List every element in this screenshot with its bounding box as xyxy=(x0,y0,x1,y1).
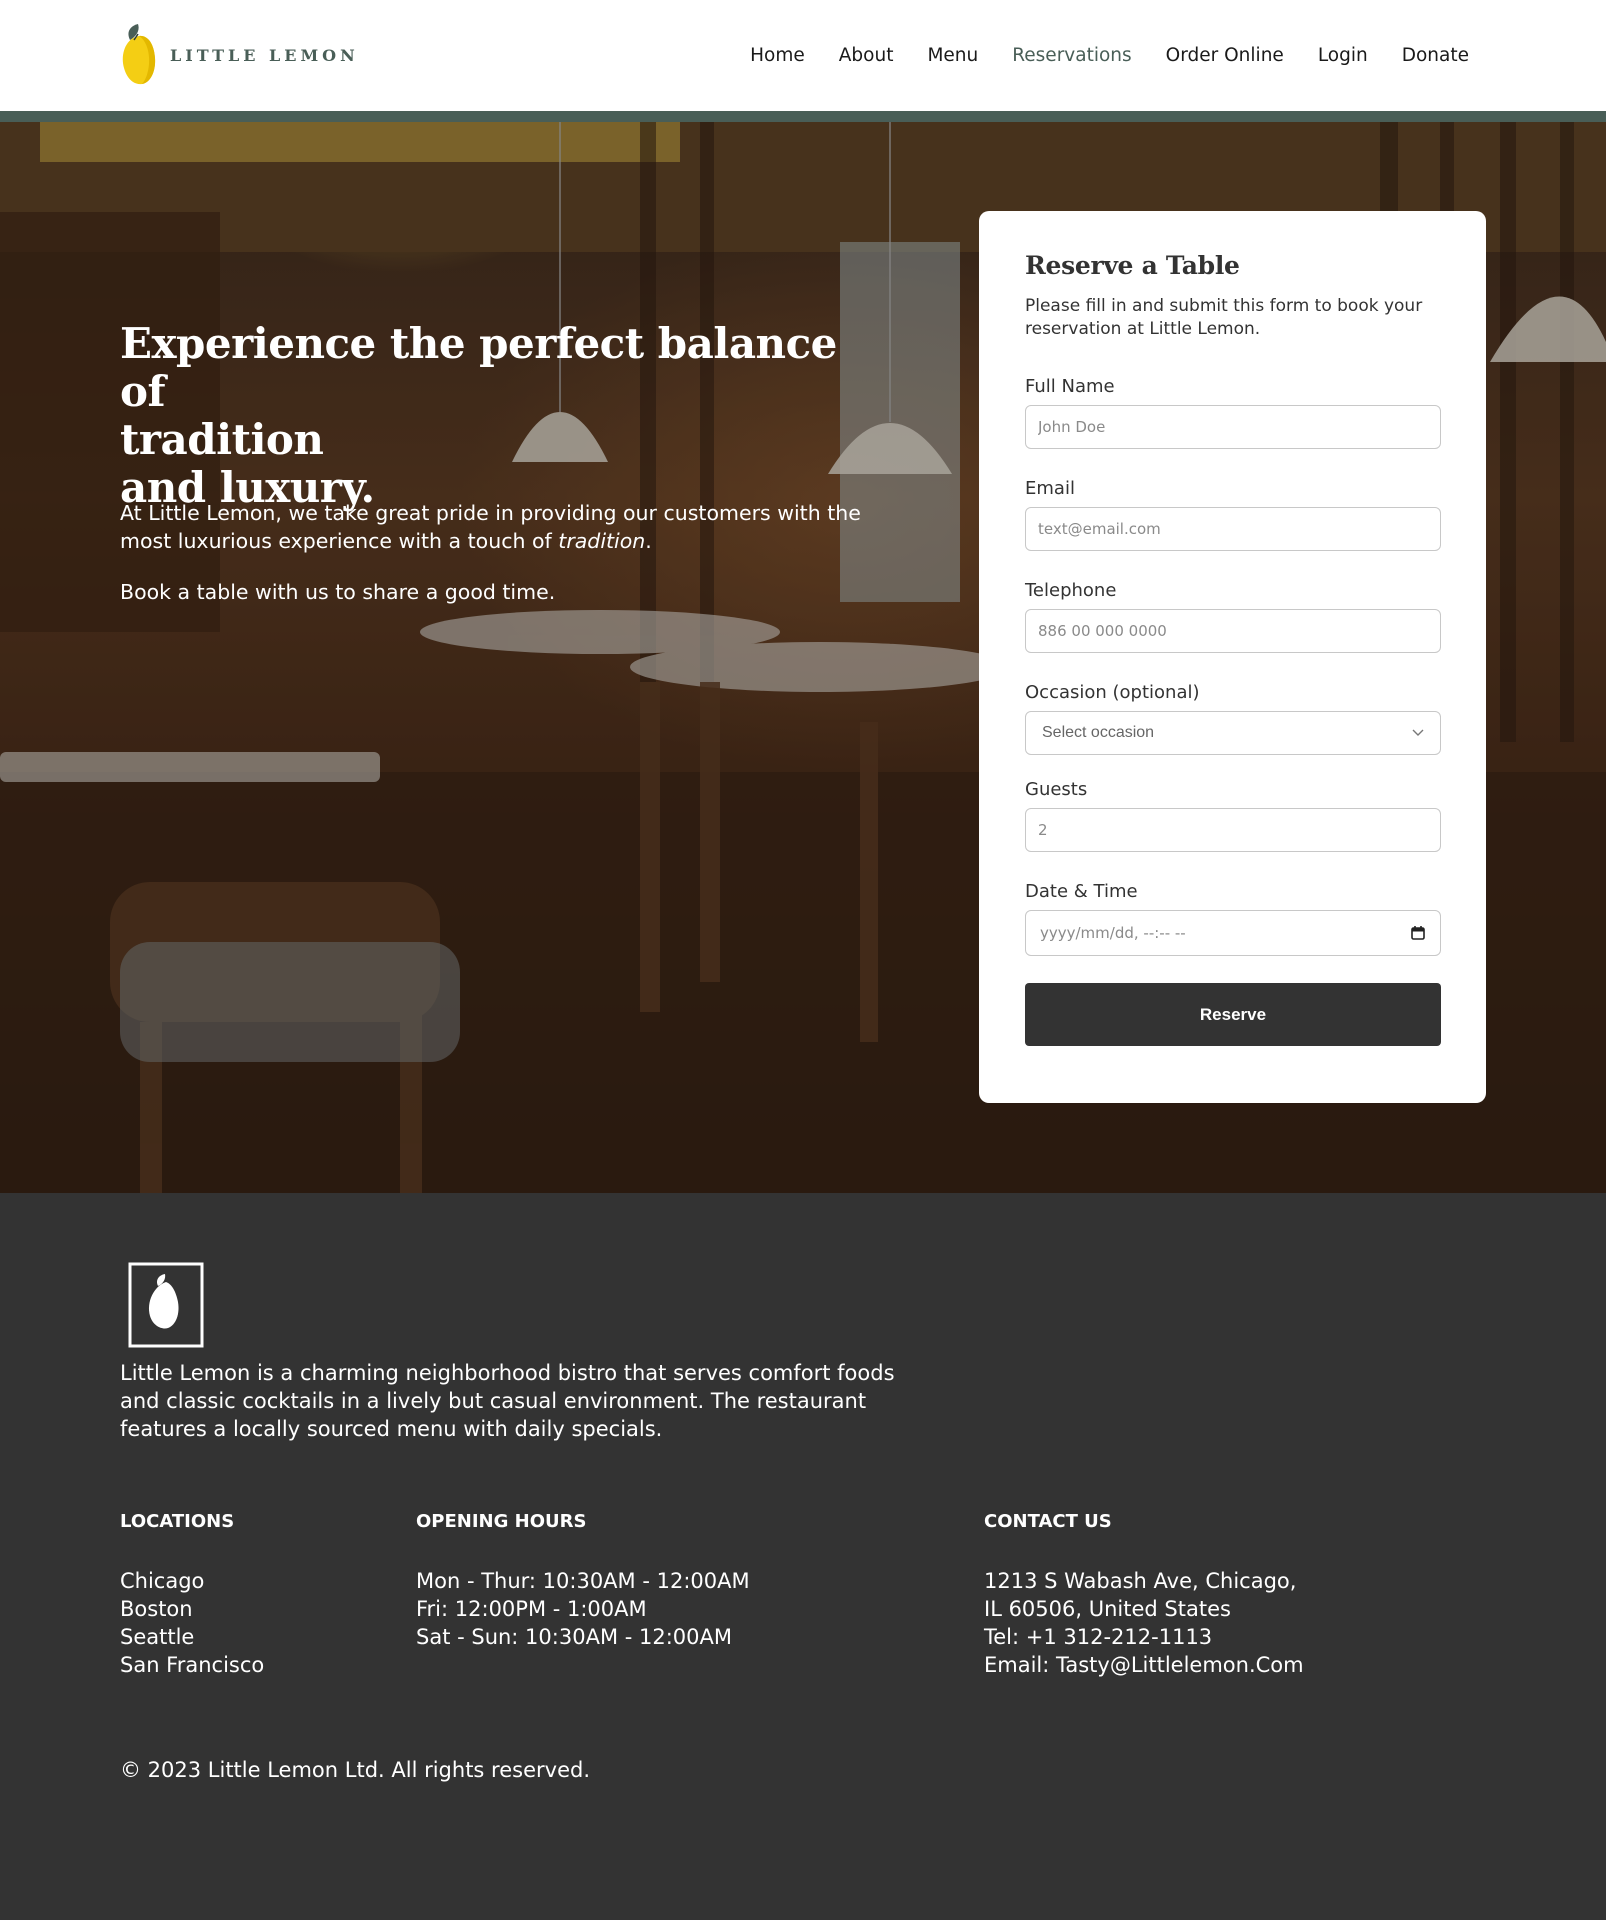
hours-item: Fri: 12:00PM - 1:00AM xyxy=(416,1597,647,1621)
calendar-icon[interactable] xyxy=(1410,925,1426,941)
hero-title: Experience the perfect balance of tradit… xyxy=(120,320,840,512)
opening-hours-list: Mon - Thur: 10:30AM - 12:00AM Fri: 12:00… xyxy=(416,1567,750,1651)
datetime-label: Date & Time xyxy=(1025,881,1138,902)
hero-section: Experience the perfect balance of tradit… xyxy=(0,122,1606,1193)
guests-label: Guests xyxy=(1025,779,1088,800)
nav-about[interactable]: About xyxy=(839,45,894,66)
hours-item: Sat - Sun: 10:30AM - 12:00AM xyxy=(416,1625,732,1649)
occasion-select[interactable]: Select occasion xyxy=(1025,711,1441,755)
occasion-label: Occasion (optional) xyxy=(1025,682,1200,703)
locations-list: Chicago Boston Seattle San Francisco xyxy=(120,1567,264,1679)
nav-login[interactable]: Login xyxy=(1318,45,1368,66)
hero-description-emphasis: tradition xyxy=(558,529,646,553)
form-title: Reserve a Table xyxy=(1025,251,1240,280)
hours-item: Mon - Thur: 10:30AM - 12:00AM xyxy=(416,1569,750,1593)
opening-hours-heading: OPENING HOURS xyxy=(416,1511,587,1532)
footer-about-text: Little Lemon is a charming neighborhood … xyxy=(120,1361,895,1441)
logo[interactable]: LITTLE LEMON xyxy=(120,24,359,86)
footer-logo-icon[interactable] xyxy=(128,1262,204,1348)
full-name-input[interactable] xyxy=(1025,405,1441,449)
nav-reservations[interactable]: Reservations xyxy=(1012,45,1131,66)
hero-cta-text: Book a table with us to share a good tim… xyxy=(120,580,556,604)
main-nav: Home About Menu Reservations Order Onlin… xyxy=(750,0,1469,111)
lemon-logo-icon xyxy=(122,24,156,85)
hero-title-line-1: Experience the perfect balance of xyxy=(120,319,837,416)
hero-description: At Little Lemon, we take great pride in … xyxy=(120,499,880,555)
contact-address-line-1: 1213 S Wabash Ave, Chicago, xyxy=(984,1569,1297,1593)
contact-email[interactable]: Email: Tasty@Littlelemon.Com xyxy=(984,1651,1304,1679)
contact-phone[interactable]: Tel: +1 312-212-1113 xyxy=(984,1623,1304,1651)
datetime-input[interactable]: yyyy/mm/dd, --:-- -- xyxy=(1025,910,1441,956)
email-input[interactable] xyxy=(1025,507,1441,551)
hero-title-line-2: tradition xyxy=(120,415,324,464)
contact-list: 1213 S Wabash Ave, Chicago, IL 60506, Un… xyxy=(984,1567,1304,1679)
full-name-label: Full Name xyxy=(1025,376,1115,397)
form-intro: Please fill in and submit this form to b… xyxy=(1025,296,1423,339)
copyright-text: © 2023 Little Lemon Ltd. All rights rese… xyxy=(120,1758,590,1782)
occasion-selected-value: Select occasion xyxy=(1042,724,1155,741)
locations-heading: LOCATIONS xyxy=(120,1511,235,1532)
site-header: LITTLE LEMON Home About Menu Reservation… xyxy=(0,0,1606,111)
logo-wordmark: LITTLE LEMON xyxy=(170,45,359,65)
location-item: Chicago xyxy=(120,1569,205,1593)
header-accent-bar xyxy=(0,111,1606,122)
location-item: San Francisco xyxy=(120,1653,265,1677)
chevron-down-icon xyxy=(1412,729,1424,736)
nav-donate[interactable]: Donate xyxy=(1402,45,1469,66)
location-item: Seattle xyxy=(120,1625,195,1649)
location-item: Boston xyxy=(120,1597,193,1621)
reservation-form-card: Reserve a Table Please fill in and submi… xyxy=(979,211,1486,1103)
guests-input[interactable] xyxy=(1025,808,1441,852)
nav-menu[interactable]: Menu xyxy=(927,45,978,66)
nav-home[interactable]: Home xyxy=(750,45,805,66)
contact-address-line-2: IL 60506, United States xyxy=(984,1597,1231,1621)
email-label: Email xyxy=(1025,478,1075,499)
contact-heading: CONTACT US xyxy=(984,1511,1112,1532)
datetime-placeholder: yyyy/mm/dd, --:-- -- xyxy=(1040,924,1186,942)
hero-description-suffix: . xyxy=(645,529,652,553)
telephone-input[interactable] xyxy=(1025,609,1441,653)
hero-description-text: At Little Lemon, we take great pride in … xyxy=(120,501,861,553)
nav-order-online[interactable]: Order Online xyxy=(1166,45,1284,66)
reserve-button[interactable]: Reserve xyxy=(1025,983,1441,1046)
telephone-label: Telephone xyxy=(1025,580,1117,601)
